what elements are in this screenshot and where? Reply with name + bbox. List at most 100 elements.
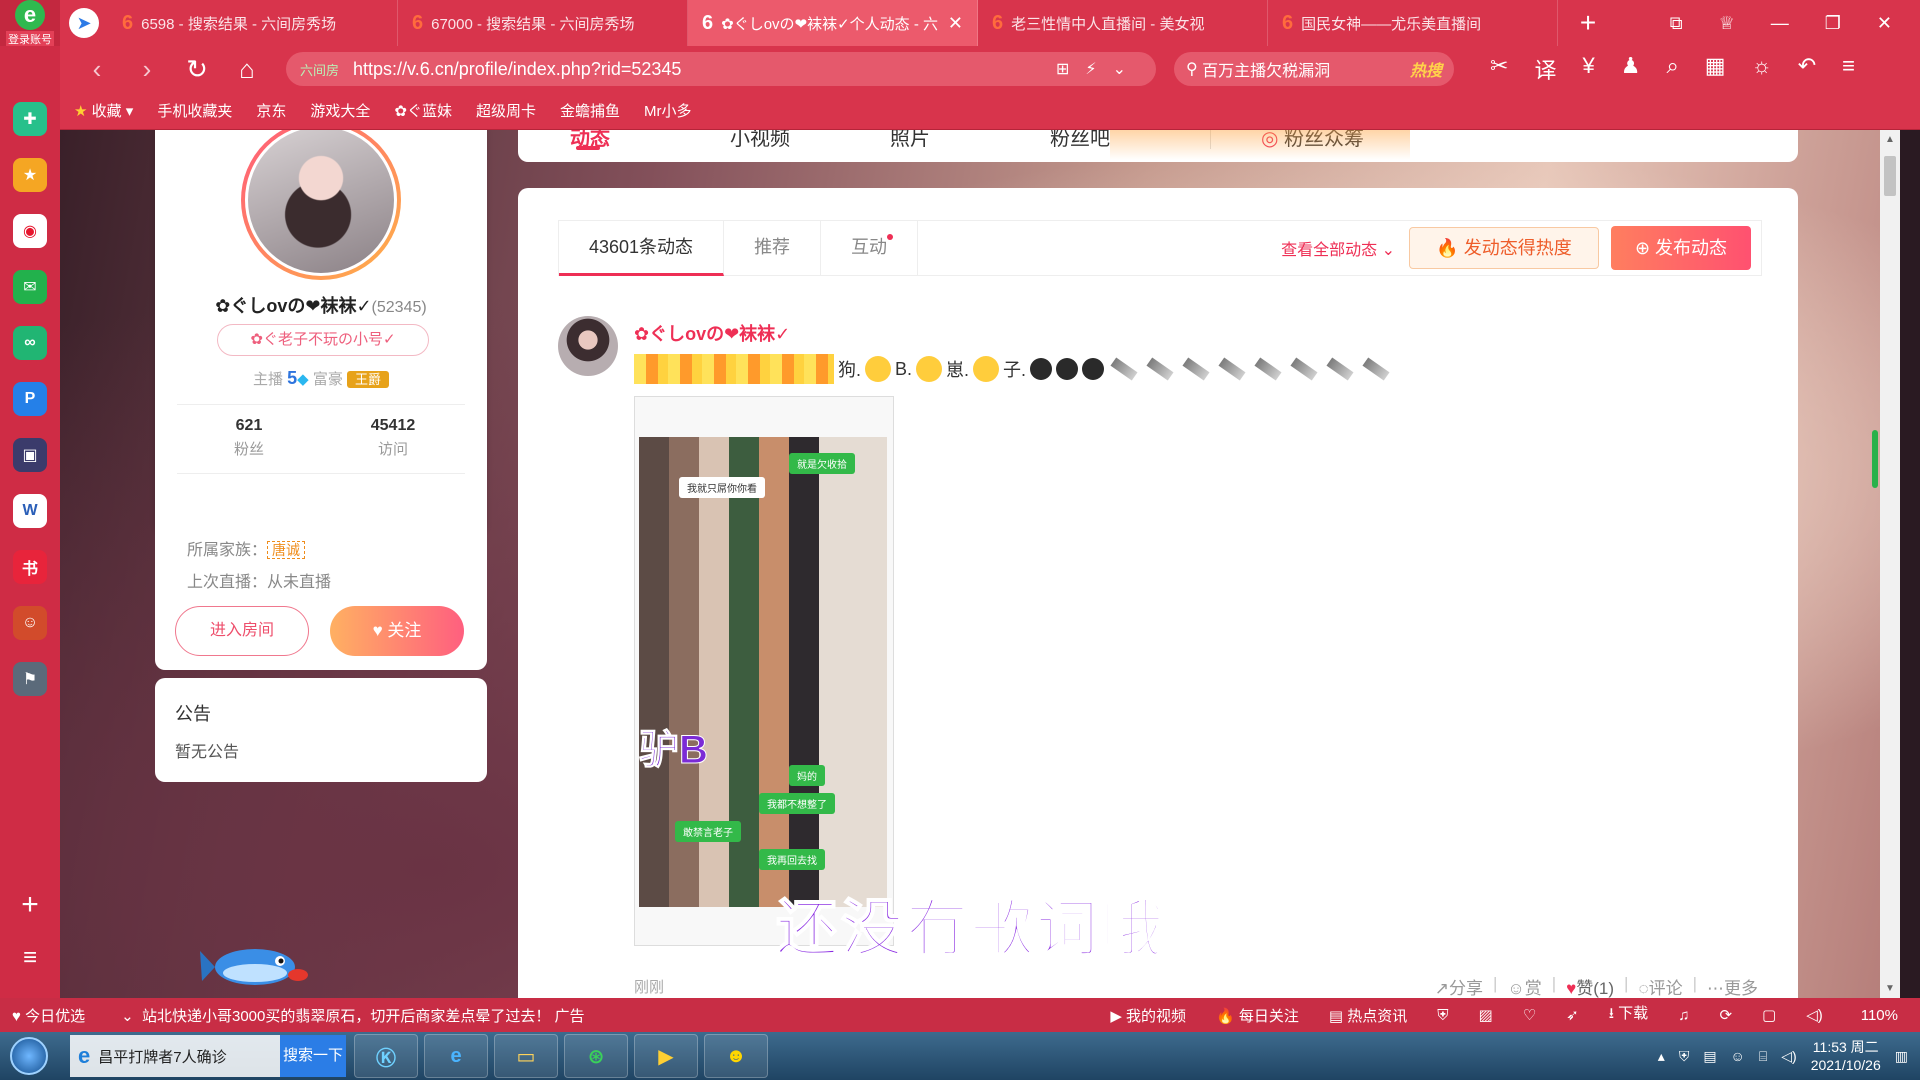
undo-icon[interactable]: ↶ xyxy=(1798,53,1816,85)
add-sidebar-icon[interactable]: + xyxy=(21,888,39,922)
reward-button[interactable]: ☺赏 xyxy=(1507,974,1541,998)
k-app-icon[interactable]: Ⓚ xyxy=(354,1034,418,1078)
menu-icon[interactable]: ≡ xyxy=(1842,53,1855,85)
notification-icon[interactable]: ▥ xyxy=(1895,1048,1908,1065)
browser-tab[interactable]: 6 67000 - 搜索结果 - 六间房秀场 xyxy=(398,0,688,46)
qq-icon[interactable]: ☺ xyxy=(1731,1048,1745,1064)
brightness-icon[interactable]: ☼ xyxy=(1752,53,1772,85)
window-icon[interactable]: ▢ xyxy=(1762,1006,1776,1024)
back-icon[interactable]: ‹ xyxy=(72,54,122,85)
bookmark-item[interactable]: 金蟾捕鱼 xyxy=(560,100,620,121)
taskbar-search-button[interactable]: 搜索一下 xyxy=(280,1035,346,1077)
plus-app-icon[interactable]: ✚ xyxy=(13,102,47,136)
bookmark-item[interactable]: 超级周卡 xyxy=(476,100,536,121)
forward-icon[interactable]: › xyxy=(122,54,172,85)
publish-button[interactable]: ⊕ 发布动态 xyxy=(1611,226,1751,270)
close-tab-icon[interactable]: ✕ xyxy=(948,13,963,34)
network-icon[interactable]: ⌸ xyxy=(1759,1048,1767,1065)
p-app-icon[interactable]: P xyxy=(13,382,47,416)
fans-stat[interactable]: 621 粉丝 xyxy=(177,405,321,473)
scroll-down-icon[interactable]: ▼ xyxy=(1885,983,1895,994)
enter-room-button[interactable]: 进入房间 xyxy=(175,606,309,656)
family-badge[interactable]: 唐诚 xyxy=(267,541,306,559)
bookmark-item[interactable]: ✿ぐ蓝妹 xyxy=(394,100,452,121)
bookmark-favorites[interactable]: ★ 收藏 ▾ xyxy=(74,100,133,121)
translate-icon[interactable]: 译 xyxy=(1534,53,1556,85)
browser-logo[interactable]: e 登录账号 xyxy=(0,0,60,47)
zoom-level[interactable]: 110% xyxy=(1861,1007,1898,1024)
tab-short-video[interactable]: 小视频 xyxy=(730,130,890,151)
url-tools-icon[interactable]: ⊞⚡⌄ xyxy=(1056,59,1142,79)
page-scrollbar[interactable]: ▲ ▼ xyxy=(1880,130,1900,998)
tray-expand-icon[interactable]: ▴ xyxy=(1658,1048,1665,1065)
new-tab-button[interactable]: + xyxy=(1558,0,1618,46)
news-ticker[interactable]: ⌄ 站北快递小哥3000买的翡翠原石，切开后商家差点晕了过去！ 广告 xyxy=(121,1005,584,1026)
note-icon[interactable]: ▤ xyxy=(1703,1048,1716,1065)
browser-tab[interactable]: 6 6598 - 搜索结果 - 六间房秀场 xyxy=(108,0,398,46)
tab-count-icon[interactable]: ⧉ xyxy=(1670,13,1683,34)
game-character-icon[interactable]: ☺ xyxy=(13,606,47,640)
chat-app-icon[interactable]: ☻ xyxy=(704,1034,768,1078)
restore-icon[interactable]: ❐ xyxy=(1825,13,1841,34)
search-input[interactable]: ⚲ 百万主播欠税漏洞 热搜 xyxy=(1174,52,1454,86)
link-icon[interactable]: ∞ xyxy=(13,326,47,360)
tab-recommend[interactable]: 推荐 xyxy=(724,220,822,276)
avatar[interactable] xyxy=(241,130,401,280)
close-window-icon[interactable]: ✕ xyxy=(1877,13,1892,34)
weibo-icon[interactable]: ◉ xyxy=(13,214,47,248)
tab-dynamics[interactable]: 动态 xyxy=(570,130,730,151)
login-account-label[interactable]: 登录账号 xyxy=(6,30,54,47)
fish-pet-icon[interactable] xyxy=(200,935,310,995)
scroll-up-icon[interactable]: ▲ xyxy=(1885,134,1895,145)
url-input[interactable]: 六间房 https://v.6.cn/profile/index.php?rid… xyxy=(286,52,1156,86)
security-icon[interactable]: ⛨ xyxy=(1679,1048,1690,1065)
today-pick[interactable]: ♥ 今日优选 xyxy=(12,1005,85,1026)
bookmark-item[interactable]: Mr小多 xyxy=(644,100,692,121)
scissors-icon[interactable]: ✂ xyxy=(1490,53,1508,85)
bookmark-item[interactable]: 京东 xyxy=(256,100,286,121)
headset-icon[interactable]: ♫ xyxy=(1678,1007,1689,1024)
tab-photos[interactable]: 照片 xyxy=(890,130,1050,151)
coin-icon[interactable]: ¥ xyxy=(1582,53,1594,85)
clock[interactable]: 11:53 周二 2021/10/26 xyxy=(1811,1038,1881,1074)
game-icon[interactable]: ♟ xyxy=(1621,53,1641,85)
bookmark-item[interactable]: 手机收藏夹 xyxy=(157,100,232,121)
daily-focus-link[interactable]: 🔥 每日关注 xyxy=(1216,1005,1299,1026)
minimize-icon[interactable]: — xyxy=(1771,13,1789,34)
game-tank-icon[interactable]: ⚑ xyxy=(13,662,47,696)
rocket-icon[interactable]: ➶ xyxy=(1566,1006,1579,1024)
shield-icon[interactable]: ⛨ xyxy=(1437,1007,1448,1024)
word-icon[interactable]: W xyxy=(13,494,47,528)
post-author[interactable]: ✿ぐしovの❤袜袜✓ xyxy=(634,320,790,346)
post-avatar[interactable] xyxy=(558,316,618,376)
sync-icon[interactable]: ⟳ xyxy=(1719,1006,1732,1024)
taskbar-search-field[interactable]: e 昌平打牌者7人确诊 xyxy=(70,1035,280,1077)
share-button[interactable]: ↗分享 xyxy=(1435,974,1483,998)
volume-tray-icon[interactable]: ◁) xyxy=(1781,1048,1796,1065)
mail-icon[interactable]: ✉ xyxy=(13,270,47,304)
video-player-icon[interactable]: ▶ xyxy=(634,1034,698,1078)
comment-button[interactable]: ◌评论 xyxy=(1638,974,1682,998)
refresh-icon[interactable]: ↻ xyxy=(172,54,222,85)
more-button[interactable]: ⋯更多 xyxy=(1707,974,1758,998)
volume-icon[interactable]: ◁) xyxy=(1806,1006,1823,1024)
game-square-icon[interactable]: ▣ xyxy=(13,438,47,472)
sub-account-tag[interactable]: ✿ぐ老子不玩の小号✓ xyxy=(217,324,429,356)
tab-interaction[interactable]: 互动 xyxy=(821,220,919,276)
skin-icon[interactable]: ♕ xyxy=(1719,13,1735,34)
folder-icon[interactable]: ▭ xyxy=(494,1034,558,1078)
my-video-link[interactable]: ▶ 我的视频 xyxy=(1110,1005,1186,1026)
view-all-dropdown[interactable]: 查看全部动态 ⌄ xyxy=(1281,236,1395,260)
favorites-star-icon[interactable]: ★ xyxy=(13,158,47,192)
image-icon[interactable]: ▨ xyxy=(1479,1006,1493,1024)
scroll-thumb[interactable] xyxy=(1884,156,1896,196)
download-link[interactable]: ⭳ 下载 xyxy=(1609,1002,1648,1028)
like-button[interactable]: ♥赞(1) xyxy=(1566,974,1614,998)
heartbeat-icon[interactable]: ♡ xyxy=(1523,1006,1536,1024)
tab-fan-bar[interactable]: 粉丝吧 xyxy=(1050,130,1210,151)
ie-browser-icon[interactable]: e xyxy=(424,1034,488,1078)
compass-icon[interactable]: ➤ xyxy=(60,0,108,46)
hot-news-link[interactable]: ▤ 热点资讯 xyxy=(1329,1005,1407,1026)
browser-tab-active[interactable]: 6 ✿ぐしovの❤袜袜✓个人动态 - 六 ✕ xyxy=(688,0,978,46)
tab-all-posts[interactable]: 43601条动态 xyxy=(559,220,725,276)
